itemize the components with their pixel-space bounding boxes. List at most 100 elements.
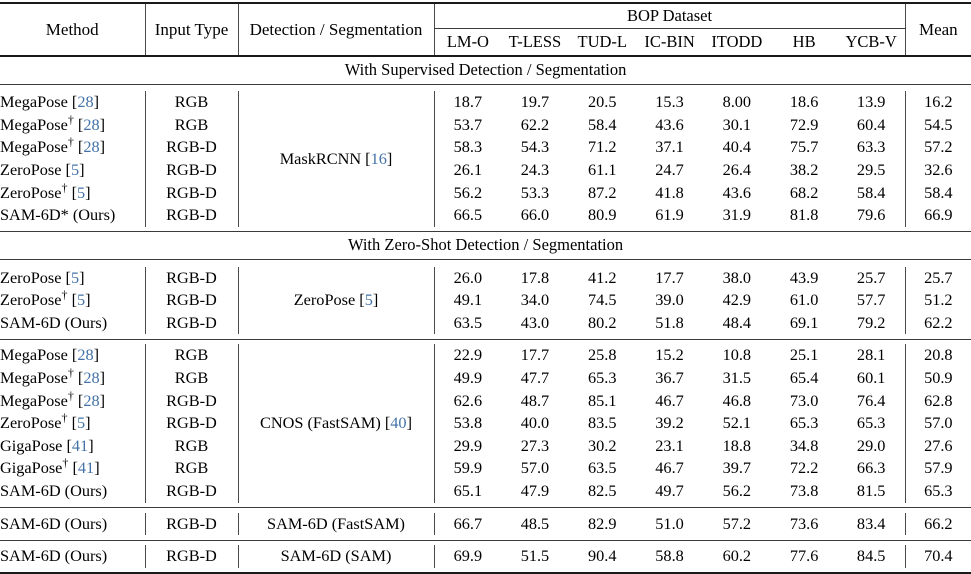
mean-cell: 57.2: [904, 136, 971, 159]
input-type-cell: RGB-D: [144, 311, 238, 335]
dagger-marker: †: [61, 180, 68, 195]
score-cell: 81.5: [856, 481, 886, 501]
mean-cell: 62.8: [904, 389, 971, 413]
score-cell: 66.7: [433, 512, 502, 536]
input-type-cell: RGB: [144, 366, 238, 390]
mean-cell: 20.8: [904, 344, 971, 367]
score-cell: 39.7: [722, 458, 752, 478]
score-cell: 72.9: [789, 114, 819, 134]
score-cell: 60.2: [722, 546, 752, 566]
input-type-cell: RGB-D: [144, 136, 238, 159]
score-cell: 17.7: [655, 267, 684, 287]
star-marker: *: [60, 205, 69, 225]
score-cell: 83.5: [587, 413, 617, 433]
input-type-cell: RGB: [144, 113, 238, 137]
input-type-cell: RGB-D: [144, 412, 238, 435]
score-cell: 61.0: [789, 290, 819, 310]
citation-number[interactable]: 28: [83, 368, 99, 387]
mean-cell: 57.9: [904, 457, 971, 480]
method-cell: SAM-6D* (Ours): [0, 205, 116, 225]
score-cell: 73.6: [789, 513, 819, 533]
citation-number[interactable]: 5: [77, 183, 85, 202]
score-cell: 49.1: [433, 289, 502, 312]
score-cell: 63.3: [856, 137, 886, 157]
dagger-marker: †: [61, 410, 68, 425]
dagger-marker: †: [61, 287, 68, 302]
score-cell: 18.8: [722, 435, 752, 455]
dagger-marker: †: [67, 365, 74, 380]
score-cell: 25.8: [587, 345, 617, 365]
citation-number[interactable]: 28: [83, 137, 99, 156]
detector-cell: SAM-6D (FastSAM): [237, 512, 434, 536]
citation-number[interactable]: 16: [371, 149, 387, 168]
score-cell: 17.8: [520, 267, 550, 287]
score-cell: 72.2: [789, 458, 819, 478]
score-cell: 80.9: [587, 205, 617, 225]
score-cell: 47.7: [520, 368, 550, 388]
header-method: Method: [45, 20, 99, 39]
input-type-cell: RGB: [144, 91, 238, 114]
citation-number[interactable]: 5: [71, 268, 79, 287]
table-row: MegaPose† [28] RGB-D 58.3 54.3 71.2 37.1 40.4 7…: [0, 136, 971, 159]
score-cell: 24.7: [655, 159, 684, 179]
score-cell: 82.9: [587, 513, 617, 533]
score-cell: 23.1: [655, 435, 684, 455]
score-cell: 53.7: [433, 113, 502, 137]
table-row: ZeroPose† [5] RGB-D 49.1 34.0 74.5 39.0 42.9 61…: [0, 289, 971, 312]
score-cell: 58.3: [433, 136, 502, 159]
method-cell: SAM-6D (Ours): [0, 546, 108, 566]
method-cell: ZeroPose [5]: [0, 267, 85, 287]
citation-number[interactable]: 5: [365, 290, 373, 309]
score-cell: 57.2: [722, 513, 752, 533]
score-cell: 15.3: [655, 92, 684, 112]
citation-number[interactable]: 5: [77, 290, 85, 309]
method-cell: MegaPose† [28]: [0, 134, 106, 157]
bop-results-table: Method Input Type Detection / Segmentation…: [0, 0, 971, 574]
table-row: ZeroPose† [5] RGB-D 53.8 40.0 83.5 39.2 52.1 65…: [0, 412, 971, 435]
score-cell: 54.3: [520, 137, 550, 157]
score-cell: 27.3: [520, 435, 550, 455]
score-cell: 25.7: [856, 267, 886, 287]
citation-number[interactable]: 5: [71, 160, 79, 179]
mean-cell: 57.0: [904, 412, 971, 435]
score-cell: 41.8: [655, 182, 684, 202]
citation-number[interactable]: 41: [72, 436, 88, 455]
method-cell: MegaPose† [28]: [0, 365, 106, 388]
score-cell: 58.4: [587, 114, 617, 134]
score-cell: 8.00: [722, 92, 752, 112]
input-type-cell: RGB-D: [144, 203, 238, 227]
citation-number[interactable]: 28: [77, 92, 93, 111]
method-cell: SAM-6D (Ours): [0, 312, 108, 332]
mean-cell: 70.4: [904, 545, 971, 568]
table-row: MegaPose [28] RGB MaskRCNN [16] 18.7 19.7 20.…: [0, 91, 971, 227]
input-type-cell: RGB: [144, 434, 238, 458]
score-cell: 24.3: [520, 159, 550, 179]
mean-cell: 32.6: [904, 158, 971, 182]
score-cell: 29.0: [856, 435, 886, 455]
citation-number[interactable]: 28: [77, 345, 93, 364]
score-cell: 40.4: [722, 137, 752, 157]
method-cell: MegaPose [28]: [0, 92, 100, 112]
score-cell: 52.1: [722, 413, 752, 433]
citation-number[interactable]: 40: [390, 413, 406, 432]
citation-number[interactable]: 5: [77, 413, 85, 432]
score-cell: 84.5: [856, 546, 886, 566]
detector-cell: SAM-6D (SAM): [237, 545, 434, 568]
score-cell: 41.2: [587, 267, 617, 287]
score-cell: 26.0: [433, 266, 502, 290]
score-cell: 62.2: [520, 114, 550, 134]
citation-number[interactable]: 41: [78, 458, 94, 477]
table-row: MegaPose† [28] RGB 53.7 62.2 58.4 43.6 30.1 72.…: [0, 113, 971, 137]
mean-cell: 16.2: [904, 91, 971, 114]
score-cell: 73.8: [789, 481, 819, 501]
score-cell: 83.4: [856, 513, 886, 533]
input-type-cell: RGB-D: [144, 389, 238, 413]
mean-cell: 65.3: [904, 479, 971, 503]
table-row: MegaPose† [28] RGB 49.9 47.7 65.3 36.7 31.5 65.…: [0, 367, 971, 390]
detector-cell: CNOS (FastSAM) [40]: [237, 344, 434, 503]
mean-cell: 50.9: [904, 366, 971, 390]
citation-number[interactable]: 28: [83, 115, 99, 134]
section-spacer: [0, 260, 971, 267]
method-cell: GigaPose† [41]: [0, 456, 100, 478]
citation-number[interactable]: 28: [83, 391, 99, 410]
